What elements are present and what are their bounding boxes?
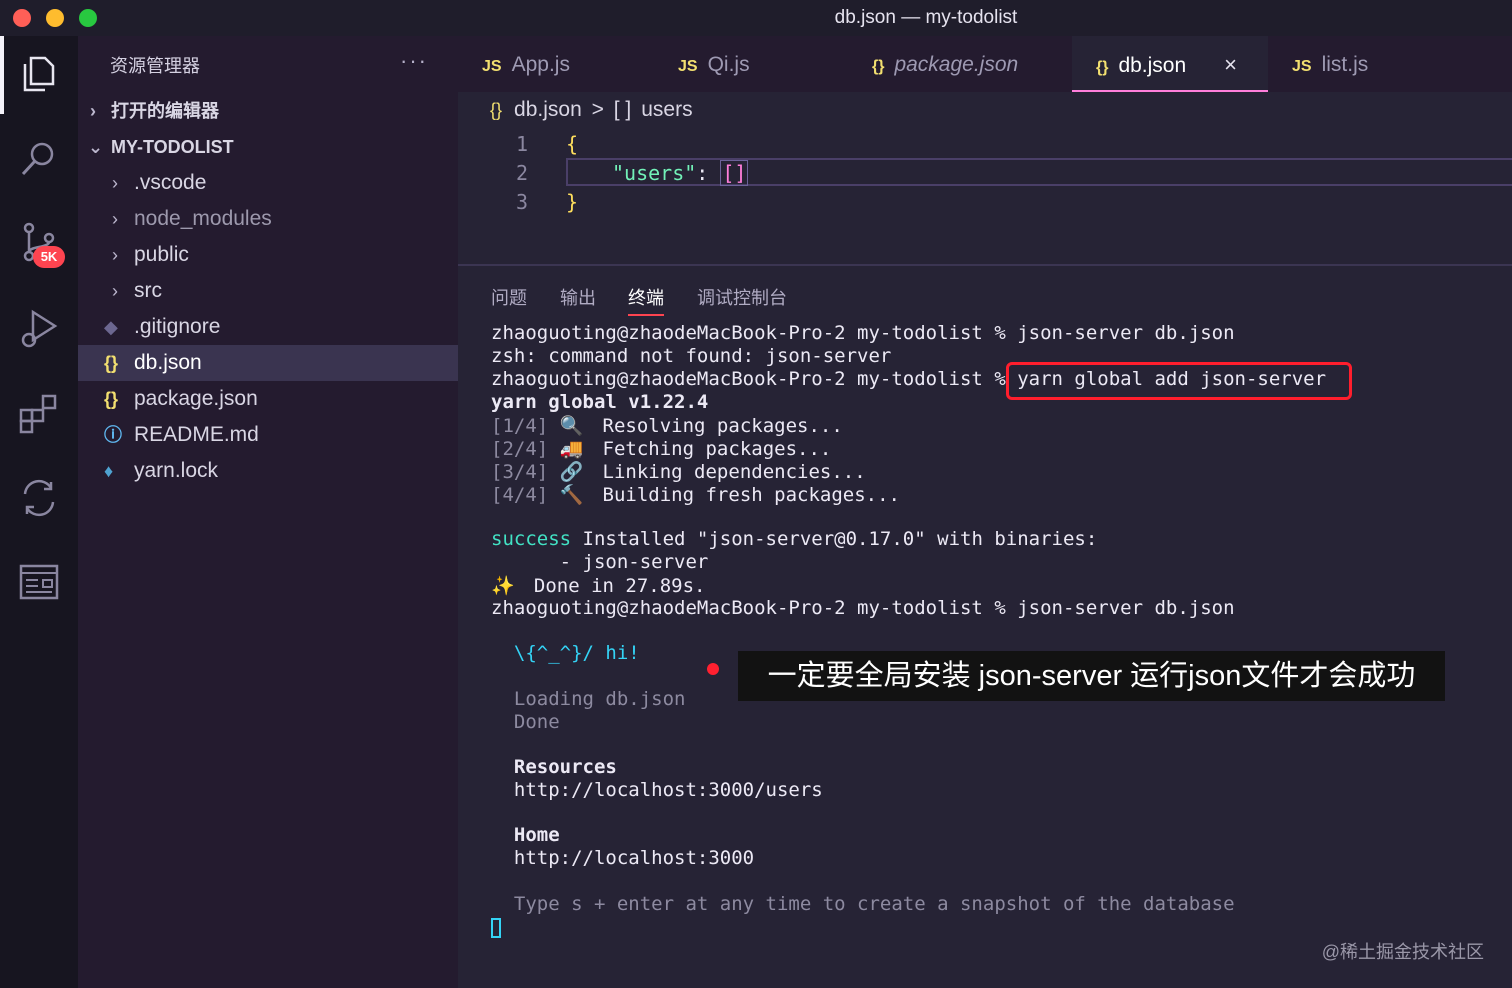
tree-item-db-json[interactable]: {} db.json: [78, 345, 458, 381]
chevron-right-icon: ›: [90, 101, 96, 121]
terminal-line: ✨ Done in 27.89s.: [491, 575, 706, 597]
terminal-line: Loading db.json: [491, 688, 686, 710]
tab-terminal[interactable]: 终端: [628, 284, 664, 310]
code-line-3: }: [566, 190, 579, 214]
preview-panel-icon[interactable]: [17, 560, 61, 604]
tab-package-json[interactable]: {} package.json: [872, 36, 1018, 92]
breadcrumb-node[interactable]: users: [641, 98, 692, 121]
explorer-icon[interactable]: [17, 52, 61, 96]
explorer-sidebar: 资源管理器 ··· › 打开的编辑器 ⌄ MY-TODOLIST › .vsco…: [78, 36, 458, 988]
breadcrumb-file[interactable]: db.json: [514, 98, 582, 121]
terminal-line: zsh: command not found: json-server: [491, 345, 892, 367]
js-file-icon: JS: [1292, 58, 1312, 75]
close-tab-icon[interactable]: ×: [1224, 52, 1237, 77]
json-icon: {}: [872, 58, 885, 75]
chevron-right-icon: ›: [112, 245, 118, 265]
json-icon: {}: [104, 353, 119, 373]
terminal-line: \{^_^}/ hi!: [491, 642, 640, 664]
explorer-title: 资源管理器: [110, 56, 200, 76]
terminal-line: yarn global v1.22.4: [491, 391, 709, 413]
json-icon: {}: [490, 100, 503, 120]
window-title: db.json — my-todolist: [834, 7, 1018, 28]
line-number: 2: [515, 161, 528, 185]
chevron-down-icon: ⌄: [88, 137, 104, 157]
chevron-right-icon: ›: [112, 209, 118, 229]
tree-item-vscode[interactable]: › .vscode: [78, 165, 458, 201]
tab-output[interactable]: 输出: [560, 284, 596, 310]
array-icon: [ ]: [613, 98, 632, 121]
terminal-line: zhaoguoting@zhaodeMacBook-Pro-2 my-todol…: [491, 597, 1235, 619]
project-section[interactable]: ⌄ MY-TODOLIST: [78, 129, 458, 165]
terminal-step: [4/4] 🔨 Building fresh packages...: [491, 484, 900, 506]
line-number: 3: [515, 190, 528, 214]
chevron-right-icon: ›: [112, 281, 118, 301]
tree-item-node-modules[interactable]: › node_modules: [78, 201, 458, 237]
scm-badge: 5K: [33, 246, 65, 268]
tree-item-package-json[interactable]: {} package.json: [78, 381, 458, 417]
run-debug-icon[interactable]: [17, 306, 61, 350]
tab-list-js[interactable]: JS list.js: [1292, 36, 1368, 92]
breadcrumb: {} db.json > [ ] users: [490, 98, 693, 121]
tab-problems[interactable]: 问题: [491, 284, 527, 310]
annotation-dot: [707, 663, 719, 675]
terminal-line: Type s + enter at any time to create a s…: [491, 893, 1235, 915]
annotation-callout: 一定要全局安装 json-server 运行json文件才会成功: [738, 651, 1445, 701]
terminal-line: http://localhost:3000: [491, 847, 755, 869]
js-file-icon: JS: [678, 58, 698, 75]
tab-debug-console[interactable]: 调试控制台: [697, 284, 787, 310]
json-icon: {}: [1096, 59, 1109, 76]
terminal-line: http://localhost:3000/users: [491, 779, 823, 801]
terminal-step: [2/4] 🚚 Fetching packages...: [491, 438, 832, 460]
highlight-box: [1006, 362, 1352, 400]
tab-qi-js[interactable]: JS Qi.js: [678, 36, 750, 92]
active-panel-tab-underline: [628, 314, 664, 316]
more-actions-button[interactable]: ···: [400, 48, 428, 74]
terminal-step: [3/4] 🔗 Linking dependencies...: [491, 461, 866, 483]
terminal-line: Home: [491, 824, 560, 846]
extensions-icon[interactable]: [17, 392, 61, 436]
terminal-line: success Installed "json-server@0.17.0" w…: [491, 528, 1098, 550]
terminal-line: Done: [491, 711, 560, 733]
code-line-1: {: [566, 132, 579, 156]
line-number: 1: [515, 132, 528, 156]
compare-diff-icon[interactable]: [17, 476, 61, 520]
tab-app-js[interactable]: JS App.js: [482, 36, 570, 92]
active-view-indicator: [0, 36, 4, 114]
info-icon: ⓘ: [104, 425, 122, 445]
panel-divider[interactable]: [458, 264, 1512, 266]
terminal-cursor: [491, 918, 501, 938]
terminal-line: - json-server: [491, 551, 709, 573]
open-editors-section[interactable]: › 打开的编辑器: [78, 93, 458, 129]
terminal-line: Resources: [491, 756, 617, 778]
yarn-icon: ♦: [104, 461, 114, 481]
editor-tabs: JS App.js JS Qi.js {} package.json {} db.jso…: [458, 36, 1512, 92]
js-file-icon: JS: [482, 58, 502, 75]
tree-item-yarn-lock[interactable]: ♦ yarn.lock: [78, 453, 458, 489]
code-editor[interactable]: 1 2 3 { "users": [] }: [458, 128, 1512, 264]
terminal-line: zhaoguoting@zhaodeMacBook-Pro-2 my-todol…: [491, 322, 1235, 344]
git-icon: ◆: [104, 317, 118, 337]
terminal-step: [1/4] 🔍 Resolving packages...: [491, 415, 843, 437]
chevron-right-icon: ›: [112, 173, 118, 193]
json-icon: {}: [104, 389, 119, 409]
watermark: @稀土掘金技术社区: [1321, 942, 1484, 962]
tree-item-gitignore[interactable]: ◆ .gitignore: [78, 309, 458, 345]
tree-item-src[interactable]: › src: [78, 273, 458, 309]
tab-db-json[interactable]: {} db.json ×: [1072, 36, 1268, 92]
search-icon[interactable]: [17, 136, 61, 180]
tree-item-public[interactable]: › public: [78, 237, 458, 273]
title-bar: db.json — my-todolist: [0, 0, 1512, 36]
code-line-2: "users": []: [612, 160, 749, 186]
tree-item-readme[interactable]: ⓘ README.md: [78, 417, 458, 453]
